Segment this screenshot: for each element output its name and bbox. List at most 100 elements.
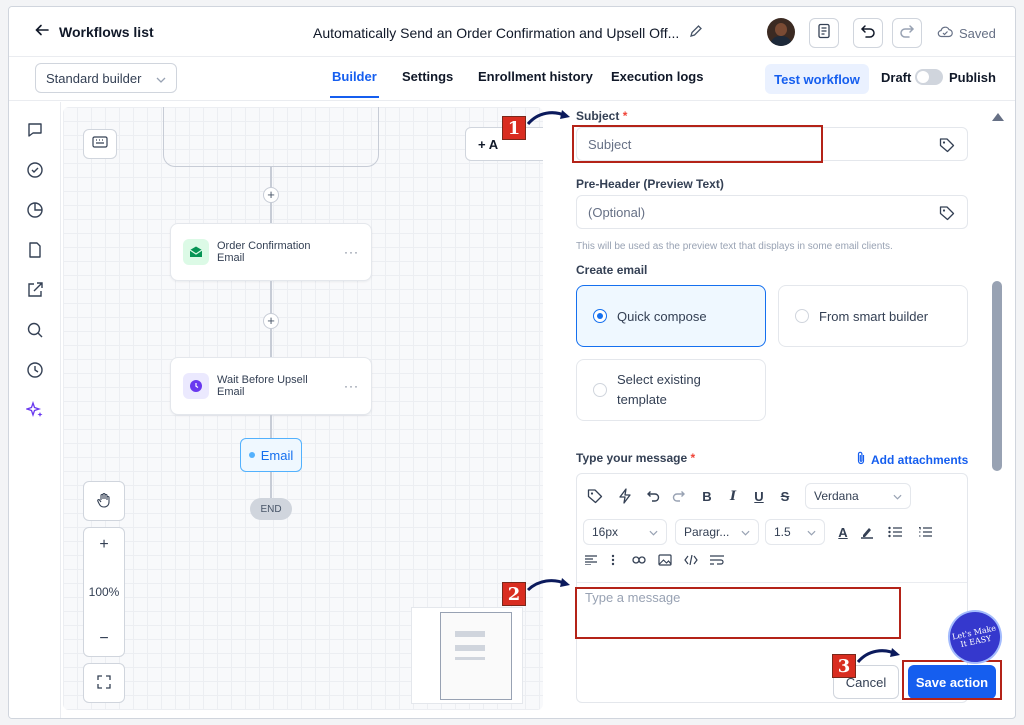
chevron-down-icon [741,525,750,539]
receipt-icon [816,23,832,44]
preheader-input[interactable]: (Optional) [576,195,968,229]
publish-toggle[interactable] [915,69,943,85]
redo-icon[interactable] [669,486,689,506]
block-format-select[interactable]: Paragr... [675,519,759,545]
workflow-canvas[interactable]: + A + Order Confirmation Email ··· + Wai… [63,107,543,710]
preheader-placeholder: (Optional) [588,205,646,220]
bullet-list-icon[interactable] [885,522,905,542]
file-icon[interactable] [25,240,45,260]
pan-hand-button[interactable] [83,481,125,521]
zoom-controls: + 100% − [83,527,125,657]
branch-connector [163,107,379,167]
code-icon[interactable] [681,550,701,570]
message-highlight-box [575,587,901,639]
line-height-select[interactable]: 1.5 [765,519,825,545]
step-badge-3: 3 [832,654,856,678]
back-to-workflows-link[interactable]: Workflows list [35,23,154,40]
avatar[interactable] [767,18,795,46]
connector-line [270,472,272,498]
existing-template-option[interactable]: Select existing template [576,359,766,421]
zoom-level: 100% [88,585,120,599]
zoom-out-button[interactable]: − [99,630,108,648]
chevron-down-icon [893,489,902,503]
node-label: Order Confirmation Email [217,240,311,264]
link-icon[interactable] [629,550,649,570]
minimap-viewport [440,612,512,700]
subject-label: Subject * [576,109,628,123]
undo-button[interactable] [853,18,883,48]
annotation-arrow-3 [856,648,900,664]
keyboard-shortcuts-button[interactable] [83,129,117,159]
builder-type-select[interactable]: Standard builder [35,63,177,93]
tab-enrollment-history[interactable]: Enrollment history [478,69,593,84]
zoom-in-button[interactable]: + [99,536,108,554]
align-left-icon[interactable] [581,550,601,570]
workflow-title[interactable]: Automatically Send an Order Confirmation… [313,24,703,41]
add-step-button[interactable]: + [263,313,279,329]
external-link-icon[interactable] [25,280,45,300]
add-attachments-link[interactable]: Add attachments [856,451,968,468]
minimap-bar [455,657,485,660]
tab-execution-logs[interactable]: Execution logs [611,69,703,84]
highlighter-icon[interactable] [857,522,877,542]
fit-view-button[interactable] [83,663,125,703]
builder-type-value: Standard builder [46,70,142,86]
font-size-value: 16px [592,525,619,539]
sub-bar: Standard builder Builder Settings Enroll… [9,57,1015,101]
redo-button[interactable] [892,18,922,48]
pencil-icon[interactable] [689,24,703,41]
font-size-select[interactable]: 16px [583,519,667,545]
minimap-bar [455,631,485,637]
tag-icon[interactable] [585,486,605,506]
undo-icon [860,23,876,44]
italic-icon[interactable]: I [723,486,743,506]
bold-icon[interactable]: B [697,486,717,506]
undo-icon[interactable] [643,486,663,506]
panel-scrollbar[interactable] [992,281,1002,471]
draft-label: Draft [881,70,912,85]
more-options-icon[interactable]: ··· [344,379,359,393]
history-icon[interactable] [25,360,45,380]
text-wrap-icon[interactable] [707,550,727,570]
tab-settings[interactable]: Settings [402,69,453,84]
font-family-select[interactable]: Verdana [805,483,911,509]
smart-builder-option[interactable]: From smart builder [778,285,968,347]
sparkle-icon[interactable] [25,400,45,420]
image-icon[interactable] [655,550,675,570]
option-label: From smart builder [819,308,929,324]
underline-icon[interactable]: U [749,486,769,506]
lightning-icon[interactable] [615,486,635,506]
line-height-value: 1.5 [774,525,791,539]
workflow-title-text: Automatically Send an Order Confirmation… [313,24,680,41]
email-node-pill[interactable]: Email [240,438,302,472]
wait-before-upsell-node[interactable]: Wait Before Upsell Email ··· [170,357,372,415]
check-circle-icon[interactable] [25,160,45,180]
comment-icon[interactable] [25,120,45,140]
scroll-up-arrow[interactable] [992,113,1004,121]
receipt-button[interactable] [809,18,839,48]
add-attachments-label: Add attachments [871,452,969,467]
radio [593,383,607,397]
tag-icon[interactable] [939,205,955,224]
order-confirmation-email-node[interactable]: Order Confirmation Email ··· [170,223,372,281]
more-vertical-icon[interactable] [603,550,623,570]
paperclip-icon [856,451,866,468]
create-email-label: Create email [576,263,648,277]
hand-icon [96,492,112,511]
minimap[interactable] [411,607,523,704]
tab-builder[interactable]: Builder [330,69,379,98]
editor-divider [577,582,967,583]
pie-chart-icon[interactable] [25,200,45,220]
email-icon [183,239,209,265]
test-workflow-button[interactable]: Test workflow [765,64,869,94]
strikethrough-icon[interactable]: S [775,486,795,506]
tag-icon[interactable] [939,137,955,156]
message-label: Type your message * [576,451,696,465]
quick-compose-option[interactable]: Quick compose [576,285,766,347]
search-icon[interactable] [25,320,45,340]
text-color-icon[interactable]: A [833,522,853,542]
numbered-list-icon[interactable] [915,522,935,542]
add-step-button[interactable]: + [263,187,279,203]
more-options-icon[interactable]: ··· [344,245,359,259]
chevron-down-icon [156,71,166,86]
